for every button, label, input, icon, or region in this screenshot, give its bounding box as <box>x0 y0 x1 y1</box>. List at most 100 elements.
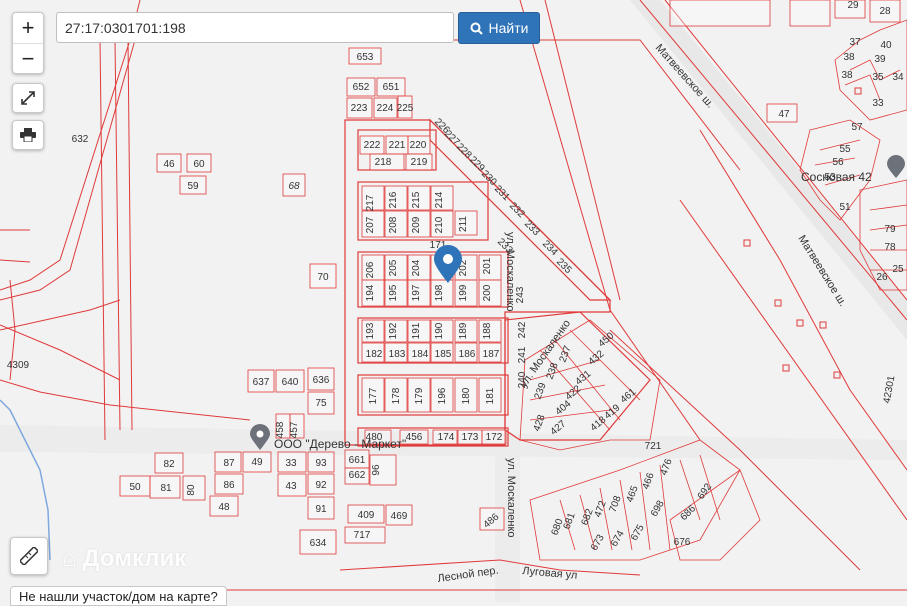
svg-text:428: 428 <box>532 413 548 433</box>
svg-text:197: 197 <box>411 284 422 301</box>
fullscreen-button[interactable] <box>12 83 44 113</box>
svg-text:188: 188 <box>482 322 493 339</box>
svg-text:79: 79 <box>884 224 896 235</box>
print-button[interactable] <box>12 120 44 150</box>
svg-text:186: 186 <box>459 349 476 360</box>
svg-text:461: 461 <box>618 386 638 405</box>
svg-text:200: 200 <box>482 284 493 301</box>
svg-text:221: 221 <box>389 140 406 151</box>
svg-text:55: 55 <box>839 144 851 155</box>
svg-text:50: 50 <box>129 482 141 493</box>
svg-text:48: 48 <box>218 502 230 513</box>
svg-text:201: 201 <box>482 257 493 274</box>
printer-icon <box>20 128 36 142</box>
svg-text:182: 182 <box>366 349 383 360</box>
svg-text:682: 682 <box>580 507 596 527</box>
street-moskalenko-1: ул. Москаленко <box>504 232 516 312</box>
search-input[interactable] <box>56 12 454 43</box>
svg-text:662: 662 <box>349 470 366 481</box>
svg-text:239: 239 <box>533 381 549 401</box>
svg-text:634: 634 <box>310 538 327 549</box>
svg-text:43: 43 <box>285 481 297 492</box>
svg-text:51: 51 <box>839 202 851 213</box>
svg-text:216: 216 <box>388 191 399 208</box>
svg-text:60: 60 <box>193 159 205 170</box>
svg-text:214: 214 <box>434 191 445 208</box>
svg-text:204: 204 <box>411 259 422 276</box>
zoom-control: + − <box>12 12 44 74</box>
svg-text:651: 651 <box>383 82 400 93</box>
zoom-in-button[interactable]: + <box>13 13 43 44</box>
svg-text:235: 235 <box>554 256 574 276</box>
svg-text:224: 224 <box>377 103 394 114</box>
svg-text:56: 56 <box>832 157 844 168</box>
ruler-icon <box>20 547 38 565</box>
not-found-link[interactable]: Не нашли участок/дом на карте? <box>10 586 227 606</box>
svg-text:37: 37 <box>849 37 861 48</box>
svg-text:4309: 4309 <box>7 360 30 371</box>
svg-text:717: 717 <box>354 530 371 541</box>
svg-text:192: 192 <box>388 322 399 339</box>
find-button-label: Найти <box>488 20 529 36</box>
svg-text:180: 180 <box>461 387 472 404</box>
svg-text:469: 469 <box>391 511 408 522</box>
svg-text:173: 173 <box>462 432 479 443</box>
svg-text:205: 205 <box>388 259 399 276</box>
poi-sosnovaya[interactable]: Сосновая 42 <box>801 155 905 184</box>
svg-text:238: 238 <box>545 361 561 381</box>
svg-text:191: 191 <box>411 322 422 339</box>
zoom-out-button[interactable]: − <box>13 44 43 74</box>
svg-text:178: 178 <box>391 387 402 404</box>
svg-text:93: 93 <box>315 458 327 469</box>
svg-text:223: 223 <box>351 103 368 114</box>
svg-text:242: 242 <box>517 321 528 338</box>
search-icon <box>470 22 483 35</box>
svg-text:174: 174 <box>438 432 455 443</box>
svg-text:225: 225 <box>397 103 414 114</box>
svg-text:692: 692 <box>696 481 715 501</box>
svg-text:673: 673 <box>589 532 607 552</box>
cadastral-map[interactable]: 653 652 651 223 224 225 222 221 220 218 219 21… <box>0 0 907 602</box>
road-layer <box>0 0 907 602</box>
street-moskalenko-3: ул. Москаленко <box>505 458 517 538</box>
svg-text:640: 640 <box>282 377 299 388</box>
brand-name: Домклик <box>82 545 187 572</box>
find-button[interactable]: Найти <box>458 12 540 44</box>
svg-text:237: 237 <box>558 344 574 364</box>
svg-text:39: 39 <box>874 54 886 65</box>
svg-text:38: 38 <box>841 70 853 81</box>
svg-text:199: 199 <box>458 284 469 301</box>
svg-text:232: 232 <box>507 200 527 220</box>
svg-text:87: 87 <box>223 458 235 469</box>
svg-text:472: 472 <box>593 499 609 519</box>
svg-text:207: 207 <box>365 216 376 233</box>
svg-text:75: 75 <box>315 398 327 409</box>
svg-text:80: 80 <box>186 484 197 496</box>
svg-text:219: 219 <box>411 157 428 168</box>
svg-text:708: 708 <box>608 494 624 514</box>
ruler-button[interactable] <box>10 537 48 575</box>
svg-text:195: 195 <box>388 284 399 301</box>
svg-text:456: 456 <box>406 432 423 443</box>
svg-text:218: 218 <box>375 157 392 168</box>
svg-text:210: 210 <box>434 216 445 233</box>
svg-text:185: 185 <box>435 349 452 360</box>
street-lesnoy: Лесной пер. <box>437 565 500 585</box>
svg-text:661: 661 <box>349 455 366 466</box>
svg-text:220: 220 <box>410 140 427 151</box>
svg-text:476: 476 <box>659 457 675 477</box>
svg-text:78: 78 <box>884 242 896 253</box>
svg-text:652: 652 <box>353 82 370 93</box>
svg-text:675: 675 <box>629 522 647 542</box>
svg-text:179: 179 <box>414 387 425 404</box>
svg-text:68: 68 <box>288 181 300 192</box>
svg-text:466: 466 <box>641 471 657 491</box>
svg-text:49: 49 <box>251 457 263 468</box>
svg-text:177: 177 <box>368 387 379 404</box>
poi-pin-icon <box>887 155 905 178</box>
svg-text:42301: 42301 <box>882 374 898 404</box>
svg-text:190: 190 <box>434 322 445 339</box>
svg-text:34: 34 <box>892 72 904 83</box>
svg-text:59: 59 <box>187 181 199 192</box>
svg-text:432: 432 <box>586 348 606 367</box>
